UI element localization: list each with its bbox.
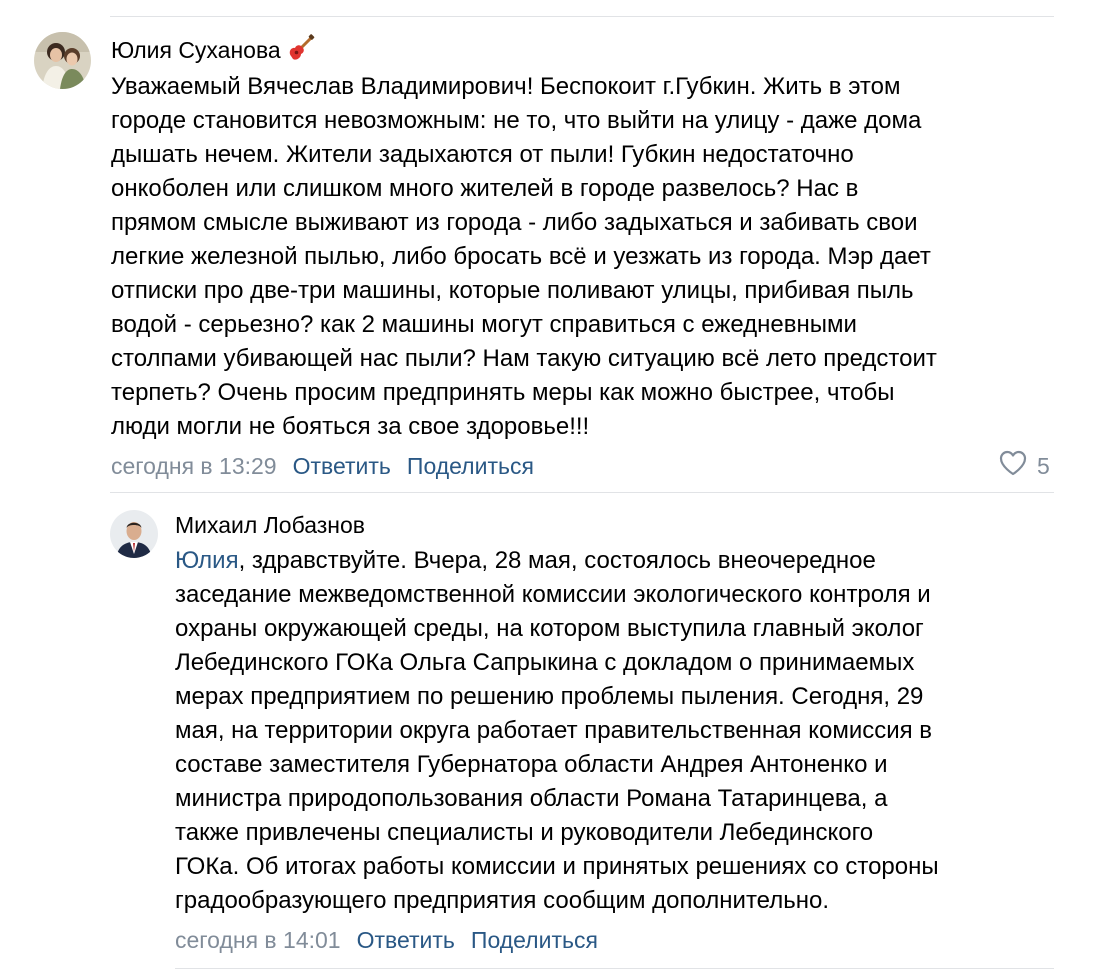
avatar-mikhail-photo (110, 510, 158, 558)
avatar-mikhail[interactable] (110, 510, 158, 558)
avatar-yulia-photo (34, 32, 91, 89)
author-name-mikhail[interactable]: Михаил Лобазнов (175, 510, 365, 540)
comment-text-line: столпами убивающей нас пыли? Нам такую с… (111, 345, 937, 372)
comment-text-line: мая, на территории округа работает прави… (175, 717, 933, 744)
mention-link[interactable]: Юлия (175, 547, 239, 574)
comment-text-line: терпеть? Очень просим предпринять меры к… (111, 379, 895, 406)
author-name-text[interactable]: Михаил Лобазнов (175, 512, 365, 538)
like-count: 5 (1037, 452, 1050, 479)
share-button[interactable]: Поделиться (471, 927, 598, 953)
reply-button[interactable]: Ответить (293, 453, 391, 479)
top-divider (110, 16, 1054, 17)
comment-text-line: ГОКа. Об итогах работы комиссии и принят… (175, 853, 939, 880)
comment-divider (110, 492, 1054, 493)
comment-date[interactable]: сегодня в 13:29 (111, 453, 277, 479)
comment-text-line: водой - серьезно? как 2 машины могут спр… (111, 311, 857, 338)
comment-text-line: дышать нечем. Жители задыхаются от пыли!… (111, 141, 854, 168)
comment-text-line: люди могли не бояться за свое здоровье!!… (111, 413, 590, 440)
comment-meta-2: сегодня в 14:01 Ответить Поделиться (175, 925, 614, 955)
comment-date[interactable]: сегодня в 14:01 (175, 927, 341, 953)
heart-icon (999, 450, 1027, 482)
author-name-yulia[interactable]: Юлия Суханова (111, 34, 315, 69)
guitar-icon (287, 34, 315, 69)
comment-text-line: легкие железной пылью, либо бросать всё … (111, 243, 931, 270)
comment-text-line: Лебединского ГОКа Ольга Сапрыкина с докл… (175, 649, 915, 676)
comment-text-line: охраны окружающей среды, на котором выст… (175, 615, 924, 642)
comment-text-line: заседание межведомственной комиссии экол… (175, 581, 931, 608)
comment-text-line: прямом смысле выживают из города - либо … (111, 209, 918, 236)
reply-button[interactable]: Ответить (357, 927, 455, 953)
comment-text-line: мерах предприятием по решению проблемы п… (175, 683, 924, 710)
comment-text-line: составе заместителя Губернатора области … (175, 751, 888, 778)
comment-meta-1: сегодня в 13:29 Ответить Поделиться (111, 451, 550, 481)
bottom-divider (175, 968, 1054, 969)
comment-text-2: Юлия, здравствуйте. Вчера, 28 мая, состо… (175, 544, 939, 918)
comment-text-line: городе становится невозможным: не то, чт… (111, 107, 922, 134)
avatar-yulia[interactable] (34, 32, 91, 89)
comment-text-line: градообразующего предприятия сообщим доп… (175, 887, 830, 914)
comment-text-line: также привлечены специалисты и руководит… (175, 819, 874, 846)
like-button[interactable]: 5 (999, 450, 1050, 482)
author-name-text[interactable]: Юлия Суханова (111, 37, 281, 63)
comment-text-1: Уважаемый Вячеслав Владимирович! Беспоко… (111, 70, 937, 444)
comment-text-line: министра природопользования области Рома… (175, 785, 888, 812)
comment-text-segment: , здравствуйте. Вчера, 28 мая, состоялос… (238, 547, 876, 574)
comment-text-line: отписки про две-три машины, которые поли… (111, 277, 914, 304)
comment-text-line: Уважаемый Вячеслав Владимирович! Беспоко… (111, 73, 901, 100)
comment-text-line: онкоболен или слишком много жителей в го… (111, 175, 859, 202)
comment-text-line: Юлия, здравствуйте. Вчера, 28 мая, состо… (175, 544, 939, 578)
share-button[interactable]: Поделиться (407, 453, 534, 479)
